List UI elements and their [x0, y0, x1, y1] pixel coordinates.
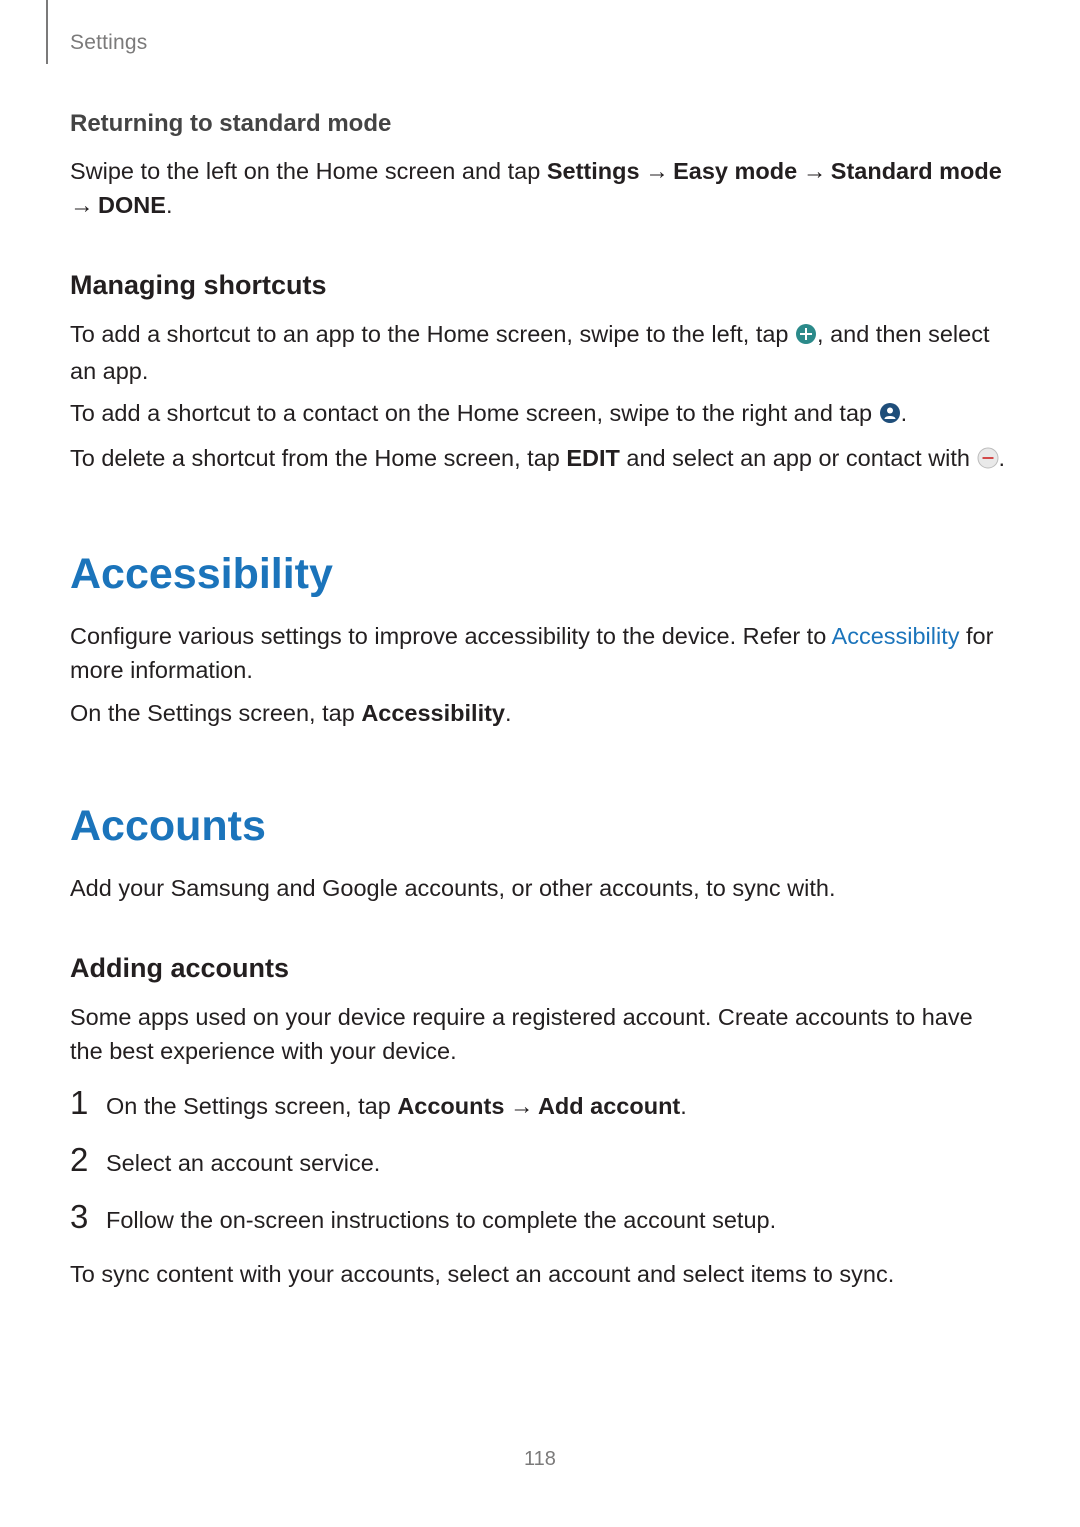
- heading-accessibility: Accessibility: [70, 550, 1010, 599]
- accessibility-p1: Configure various settings to improve ac…: [70, 619, 1010, 687]
- step-text: Follow the on-screen instructions to com…: [106, 1203, 776, 1237]
- text: On the Settings screen, tap: [70, 700, 361, 726]
- text: .: [166, 192, 173, 218]
- accounts-p1: Add your Samsung and Google accounts, or…: [70, 871, 1010, 905]
- text: On the Settings screen, tap: [106, 1093, 397, 1119]
- heading-managing-shortcuts: Managing shortcuts: [70, 270, 1010, 301]
- step-1: 1 On the Settings screen, tap Accounts →…: [70, 1086, 1010, 1123]
- header-section-label: Settings: [70, 31, 147, 55]
- accounts-p2: Some apps used on your device require a …: [70, 1000, 1010, 1068]
- link-accessibility[interactable]: Accessibility: [832, 623, 960, 649]
- text: To delete a shortcut from the Home scree…: [70, 445, 566, 471]
- manual-page: Settings Returning to standard mode Swip…: [0, 0, 1080, 1527]
- add-contact-icon: [879, 399, 901, 433]
- managing-p3: To delete a shortcut from the Home scree…: [70, 441, 1010, 478]
- bold-easy-mode: Easy mode: [673, 158, 797, 184]
- text: .: [901, 400, 908, 426]
- bold-settings: Settings: [547, 158, 640, 184]
- accessibility-p2: On the Settings screen, tap Accessibilit…: [70, 696, 1010, 730]
- step-3: 3 Follow the on-screen instructions to c…: [70, 1200, 1010, 1237]
- text: .: [680, 1093, 687, 1119]
- bold-add-account: Add account: [538, 1093, 680, 1119]
- page-content: Returning to standard mode Swipe to the …: [70, 110, 1010, 1299]
- header-rule: [46, 0, 48, 64]
- heading-returning: Returning to standard mode: [70, 110, 1010, 138]
- step-number: 1: [70, 1086, 106, 1119]
- text: and select an app or contact with: [620, 445, 977, 471]
- bold-standard-mode: Standard mode: [831, 158, 1002, 184]
- steps-list: 1 On the Settings screen, tap Accounts →…: [70, 1086, 1010, 1237]
- text: Swipe to the left on the Home screen and…: [70, 158, 547, 184]
- step-text: On the Settings screen, tap Accounts → A…: [106, 1089, 687, 1123]
- step-number: 3: [70, 1200, 106, 1233]
- text: To add a shortcut to a contact on the Ho…: [70, 400, 879, 426]
- managing-p1: To add a shortcut to an app to the Home …: [70, 317, 1010, 388]
- text: To add a shortcut to an app to the Home …: [70, 321, 795, 347]
- page-number: 118: [0, 1448, 1080, 1471]
- returning-paragraph: Swipe to the left on the Home screen and…: [70, 154, 1010, 222]
- plus-circle-icon: [795, 320, 817, 354]
- step-text: Select an account service.: [106, 1146, 380, 1180]
- bold-accessibility: Accessibility: [361, 700, 505, 726]
- text: Configure various settings to improve ac…: [70, 623, 832, 649]
- heading-adding-accounts: Adding accounts: [70, 953, 1010, 984]
- bold-done: DONE: [98, 192, 166, 218]
- bold-accounts: Accounts: [397, 1093, 504, 1119]
- text: .: [999, 445, 1006, 471]
- arrow: →: [640, 158, 674, 184]
- arrow: →: [70, 192, 98, 218]
- accounts-p3: To sync content with your accounts, sele…: [70, 1257, 1010, 1291]
- arrow: →: [797, 158, 831, 184]
- arrow: →: [504, 1093, 538, 1119]
- minus-circle-icon: [977, 444, 999, 478]
- step-number: 2: [70, 1143, 106, 1176]
- managing-p2: To add a shortcut to a contact on the Ho…: [70, 396, 1010, 433]
- step-2: 2 Select an account service.: [70, 1143, 1010, 1180]
- bold-edit: EDIT: [566, 445, 620, 471]
- heading-accounts: Accounts: [70, 802, 1010, 851]
- text: .: [505, 700, 512, 726]
